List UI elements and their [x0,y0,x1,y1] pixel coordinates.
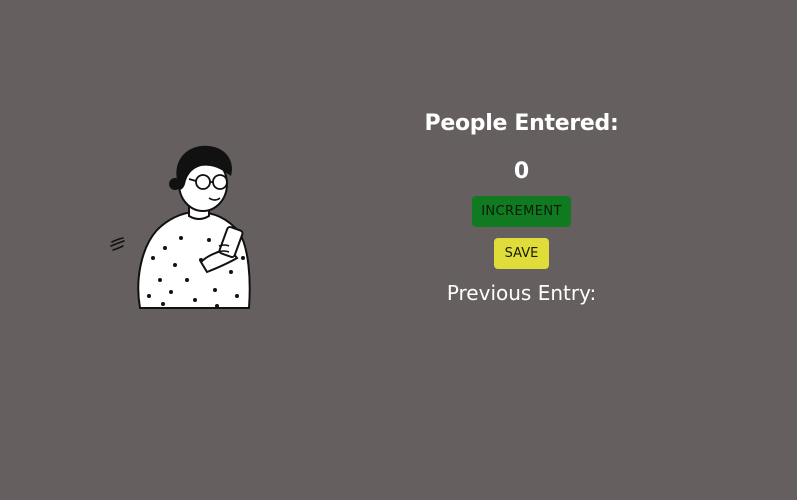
people-entered-title: People Entered: [424,111,619,136]
person-with-phone-illustration [110,145,251,309]
counter-panel: People Entered: 0 INCREMENT SAVE Previou… [420,108,623,307]
increment-button[interactable]: INCREMENT [472,196,571,227]
count-display: 0 [513,159,530,184]
previous-entry-label: Previous Entry: [446,281,597,305]
save-button[interactable]: SAVE [494,238,549,269]
page: People Entered: 0 INCREMENT SAVE Previou… [0,0,797,500]
